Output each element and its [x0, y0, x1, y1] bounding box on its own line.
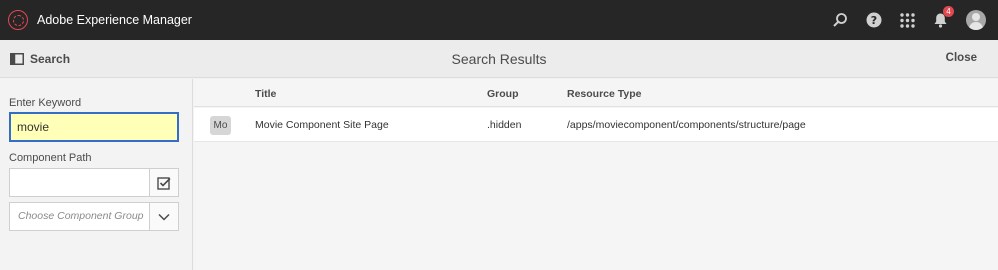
apps-grid-icon[interactable] — [900, 12, 915, 28]
keyword-input[interactable]: movie — [9, 112, 179, 142]
user-avatar-icon[interactable] — [966, 10, 986, 30]
component-path-input[interactable] — [10, 169, 149, 196]
app-title[interactable]: Adobe Experience Manager — [37, 13, 192, 27]
svg-text:?: ? — [871, 14, 877, 27]
action-bar: Search Search Results Close — [0, 40, 998, 78]
column-header-group[interactable]: Group — [487, 88, 519, 100]
help-icon[interactable]: ? — [866, 12, 882, 28]
component-path-label: Component Path — [9, 152, 92, 164]
table-row[interactable]: Mo Movie Component Site Page .hidden /ap… — [194, 108, 998, 142]
group-dropdown-button[interactable] — [149, 203, 178, 230]
row-group: .hidden — [487, 119, 522, 131]
notification-badge: 4 — [943, 6, 954, 17]
checkbox-select-icon — [157, 176, 171, 190]
component-group-value: Choose Component Group — [18, 210, 144, 222]
chevron-down-icon — [158, 213, 170, 221]
search-results-table: Title Group Resource Type Mo Movie Compo… — [194, 79, 998, 270]
aem-logo-icon[interactable] — [8, 10, 28, 30]
top-bar-actions: ? 4 — [818, 0, 998, 40]
toggle-side-panel-button[interactable]: Search — [10, 52, 70, 66]
column-header-title[interactable]: Title — [255, 88, 276, 100]
row-title: Movie Component Site Page — [255, 119, 389, 131]
keyword-label: Enter Keyword — [9, 97, 82, 109]
side-panel-label: Search — [30, 51, 71, 66]
column-header-resource-type[interactable]: Resource Type — [567, 88, 642, 100]
table-header: Title Group Resource Type — [194, 79, 998, 107]
search-icon[interactable] — [832, 12, 848, 28]
top-bar: Adobe Experience Manager ? 4 — [0, 0, 998, 40]
bell-icon[interactable]: 4 — [933, 6, 954, 28]
component-thumbnail: Mo — [210, 116, 231, 135]
path-picker-button[interactable] — [149, 169, 178, 196]
close-button[interactable]: Close — [946, 52, 977, 64]
row-resource-type: /apps/moviecomponent/components/structur… — [567, 119, 806, 131]
component-path-field — [9, 168, 179, 197]
component-group-select[interactable]: Choose Component Group — [9, 202, 179, 231]
side-panel-icon — [10, 52, 24, 65]
page-title: Search Results — [451, 51, 547, 67]
